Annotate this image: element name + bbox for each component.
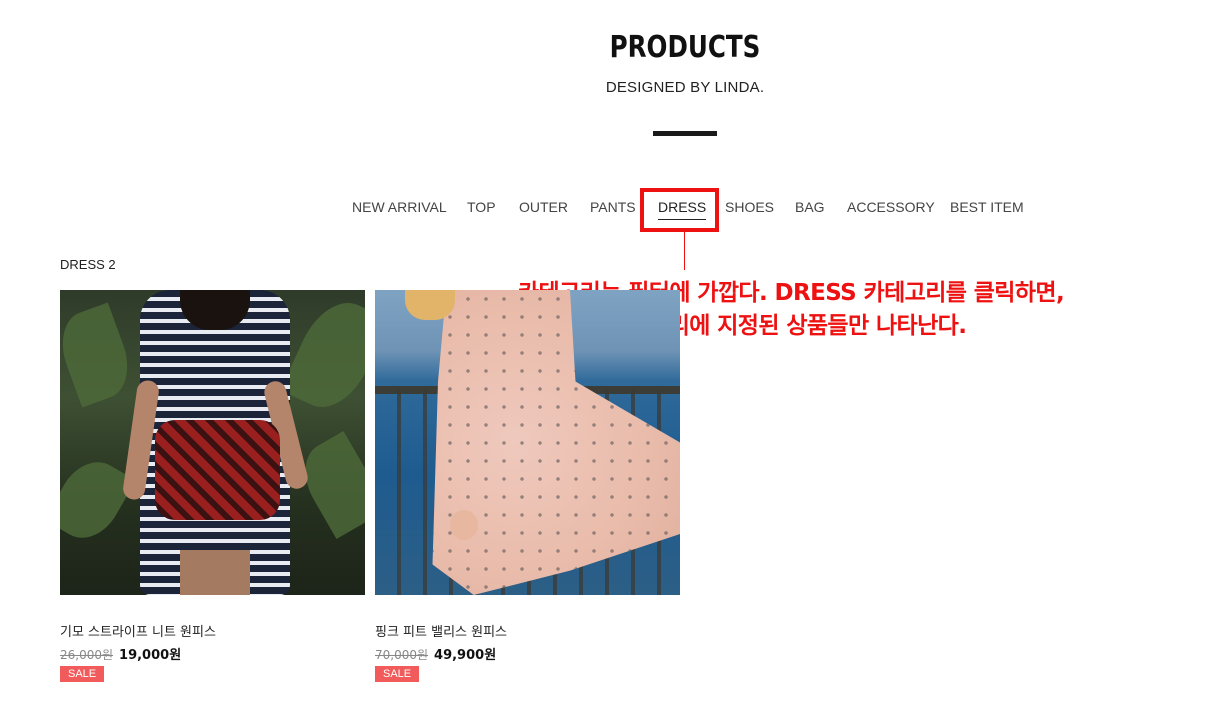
product-card[interactable]: 핑크 피트 밸리스 원피스 70,000원 49,900원 SALE (375, 290, 680, 682)
title-divider (653, 131, 717, 136)
original-price: 26,000원 (60, 648, 114, 662)
original-price: 70,000원 (375, 648, 429, 662)
product-card[interactable]: 기모 스트라이프 니트 원피스 26,000원 19,000원 SALE (60, 290, 365, 682)
product-image[interactable] (60, 290, 365, 595)
page-subtitle: DESIGNED BY LINDA. (605, 79, 765, 96)
category-best-item[interactable]: BEST ITEM (950, 199, 1024, 215)
category-bag[interactable]: BAG (795, 199, 825, 215)
sale-badge: SALE (60, 666, 105, 682)
price-row: 26,000원 19,000원 (60, 644, 365, 663)
category-nav: NEW ARRIVAL TOP OUTER PANTS DRESS SHOES … (0, 199, 1211, 221)
price-row: 70,000원 49,900원 (375, 644, 680, 663)
category-top[interactable]: TOP (467, 199, 496, 215)
product-name[interactable]: 핑크 피트 밸리스 원피스 (375, 621, 680, 640)
annotation-callout-line (684, 232, 685, 270)
sale-price: 49,900원 (434, 648, 497, 663)
product-image[interactable] (375, 290, 680, 595)
category-new-arrival[interactable]: NEW ARRIVAL (352, 199, 447, 215)
page-title: PRODUCTS (609, 30, 761, 65)
product-name[interactable]: 기모 스트라이프 니트 원피스 (60, 621, 365, 640)
sale-badge: SALE (375, 666, 420, 682)
category-outer[interactable]: OUTER (519, 199, 568, 215)
category-accessory[interactable]: ACCESSORY (847, 199, 935, 215)
product-count-label: DRESS 2 (60, 257, 116, 272)
category-pants[interactable]: PANTS (590, 199, 636, 215)
category-shoes[interactable]: SHOES (725, 199, 774, 215)
sale-price: 19,000원 (119, 648, 182, 663)
annotation-highlight-box (640, 188, 719, 232)
